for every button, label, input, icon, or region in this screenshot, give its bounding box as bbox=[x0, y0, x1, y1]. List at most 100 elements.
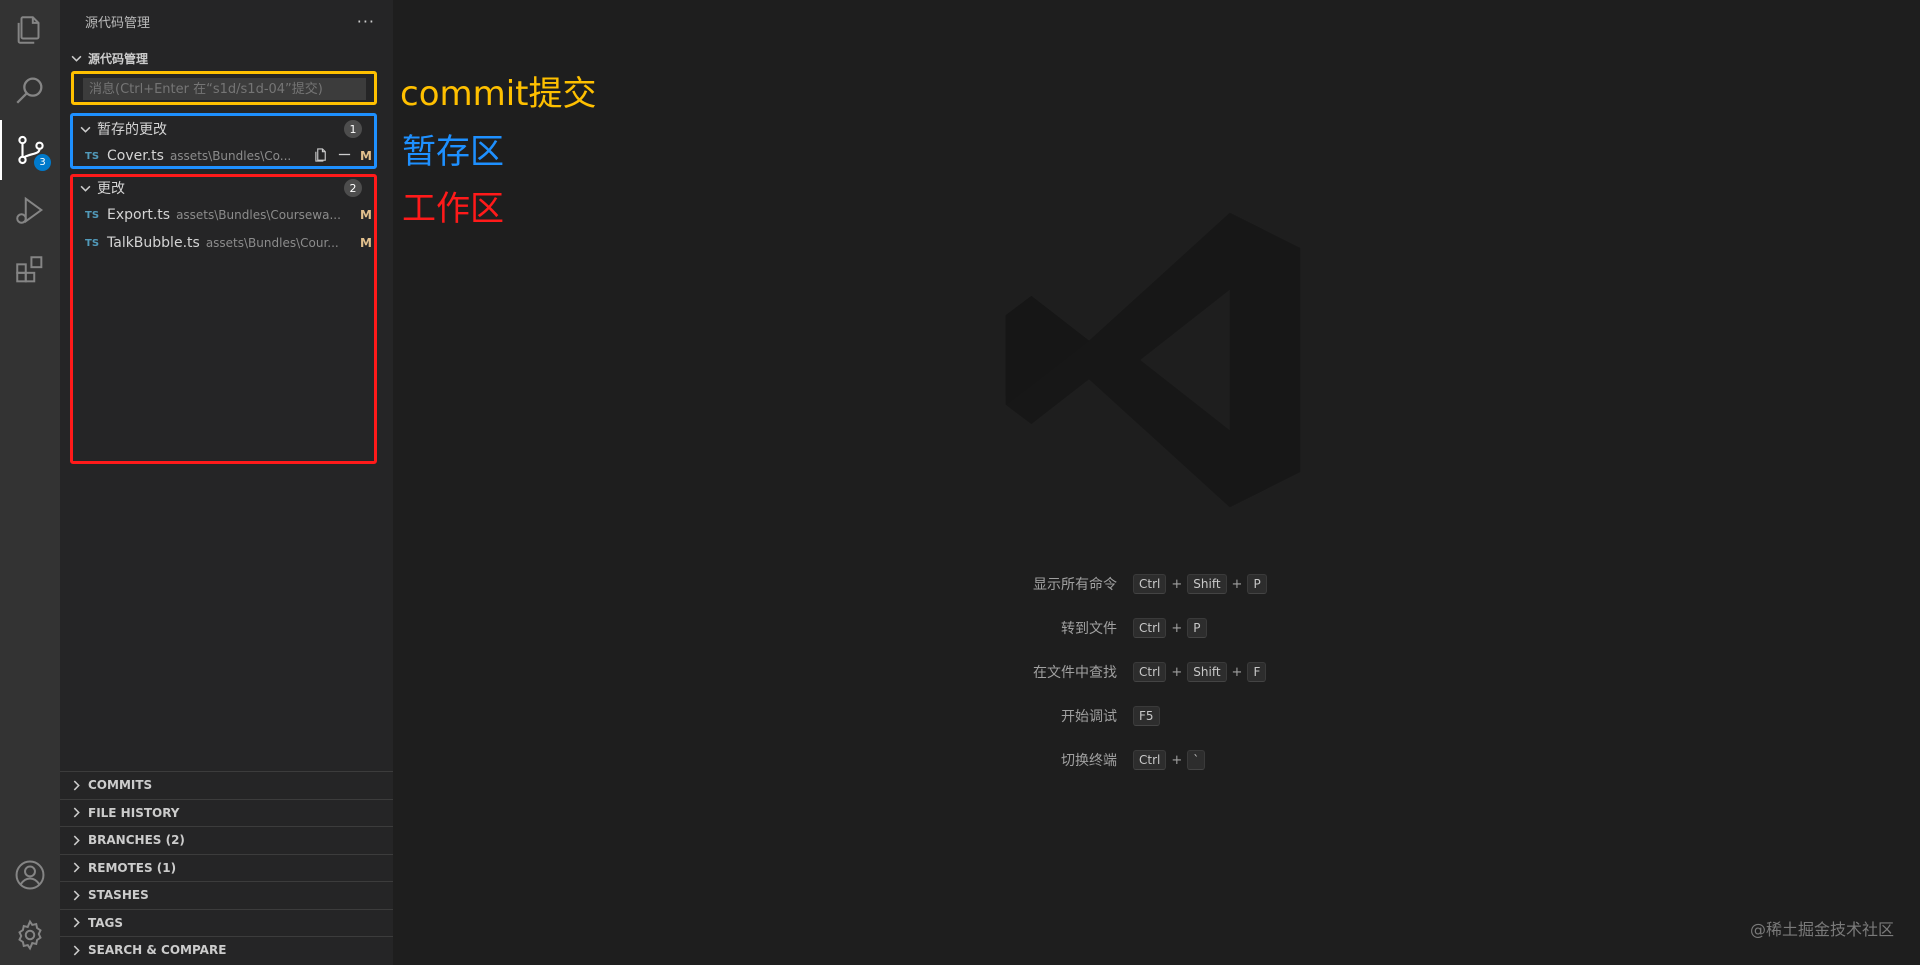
sidebar-title: 源代码管理 bbox=[85, 15, 151, 31]
shortcut-row: 在文件中查找 Ctrl + Shift + F bbox=[993, 660, 1267, 684]
key-plus: + bbox=[1171, 576, 1183, 592]
file-status-modified: M bbox=[360, 236, 372, 250]
shortcut-label: 显示所有命令 bbox=[1033, 577, 1117, 593]
changes-count-badge: 2 bbox=[344, 179, 362, 197]
key-cap: Ctrl bbox=[1133, 662, 1167, 682]
staged-changes-label: 暂存的更改 bbox=[97, 122, 167, 138]
more-actions-icon[interactable]: ··· bbox=[357, 12, 375, 31]
key-cap: Ctrl bbox=[1133, 574, 1167, 594]
staged-file-row[interactable]: TS Cover.ts assets\Bundles\Co... M bbox=[85, 145, 372, 167]
panel-branches[interactable]: BRANCHES (2) bbox=[60, 826, 393, 854]
chevron-right-icon bbox=[68, 887, 84, 903]
shortcut-label: 切换终端 bbox=[1061, 753, 1117, 769]
shortcut-row: 切换终端 Ctrl + ` bbox=[993, 748, 1206, 772]
staging-annotation: 暂存区 bbox=[402, 132, 504, 172]
search-icon[interactable] bbox=[0, 60, 60, 120]
shortcut-label: 开始调试 bbox=[1061, 709, 1117, 725]
changes-label: 更改 bbox=[97, 181, 125, 197]
account-icon[interactable] bbox=[0, 845, 60, 905]
panel-tags[interactable]: TAGS bbox=[60, 908, 393, 937]
panel-label: BRANCHES (2) bbox=[88, 833, 185, 848]
panel-label: SEARCH & COMPARE bbox=[88, 943, 227, 958]
working-annotation: 工作区 bbox=[402, 189, 504, 229]
staged-highlight-box: 暂存的更改 1 TS Cover.ts assets\Bundles\Co...… bbox=[70, 113, 377, 169]
open-file-icon[interactable] bbox=[314, 147, 329, 166]
chevron-down-icon bbox=[68, 50, 84, 66]
credit-watermark: @稀土掘金技术社区 bbox=[1749, 920, 1894, 939]
panel-label: TAGS bbox=[88, 915, 124, 930]
panel-label: REMOTES (1) bbox=[88, 860, 177, 875]
panel-commits[interactable]: COMMITS bbox=[60, 771, 393, 799]
chevron-right-icon bbox=[68, 860, 84, 876]
unstage-icon[interactable] bbox=[337, 147, 352, 166]
files-icon[interactable] bbox=[0, 0, 60, 60]
chevron-right-icon bbox=[68, 777, 84, 793]
shortcut-row: 转到文件 Ctrl + P bbox=[993, 616, 1207, 640]
changed-file-row[interactable]: TS Export.ts assets\Bundles\Coursewa... … bbox=[85, 204, 372, 226]
key-plus: + bbox=[1171, 752, 1183, 768]
shortcut-row: 开始调试 F5 bbox=[993, 704, 1160, 728]
editor-area: 显示所有命令 Ctrl + Shift + P 转到文件 Ctrl + P 在文… bbox=[393, 0, 1920, 965]
vscode-logo-watermark-icon bbox=[1005, 212, 1301, 508]
commit-message-input[interactable] bbox=[83, 78, 366, 100]
shortcut-label: 在文件中查找 bbox=[1033, 665, 1117, 681]
file-path: assets\Bundles\Co... bbox=[169, 149, 292, 163]
panel-label: COMMITS bbox=[88, 778, 153, 793]
key-cap: Shift bbox=[1187, 574, 1227, 594]
changed-file-row[interactable]: TS TalkBubble.ts assets\Bundles\Cour... … bbox=[85, 232, 372, 254]
key-cap: Ctrl bbox=[1133, 750, 1167, 770]
staged-count-badge: 1 bbox=[344, 120, 362, 138]
shortcut-row: 显示所有命令 Ctrl + Shift + P bbox=[993, 572, 1267, 596]
key-cap: Shift bbox=[1187, 662, 1227, 682]
shortcut-label: 转到文件 bbox=[1061, 621, 1117, 637]
commit-highlight-box bbox=[71, 71, 377, 105]
extensions-icon[interactable] bbox=[0, 240, 60, 300]
file-name: Export.ts bbox=[107, 207, 171, 223]
typescript-file-icon: TS bbox=[85, 150, 100, 162]
chevron-down-icon bbox=[77, 121, 93, 137]
chevron-right-icon bbox=[68, 832, 84, 848]
key-plus: + bbox=[1231, 576, 1243, 592]
panel-label: FILE HISTORY bbox=[88, 805, 180, 820]
repository-section-title: 源代码管理 bbox=[88, 51, 149, 66]
run-debug-icon[interactable] bbox=[0, 180, 60, 240]
row-actions bbox=[314, 147, 352, 166]
key-plus: + bbox=[1231, 664, 1243, 680]
gitlens-panels: COMMITS FILE HISTORY BRANCHES (2) REMOTE… bbox=[60, 771, 393, 964]
key-plus: + bbox=[1171, 620, 1183, 636]
key-cap: Ctrl bbox=[1133, 618, 1167, 638]
key-cap: P bbox=[1247, 574, 1267, 594]
file-status-modified: M bbox=[360, 149, 372, 163]
panel-stashes[interactable]: STASHES bbox=[60, 881, 393, 909]
sidebar-header: 源代码管理 ··· bbox=[60, 0, 393, 42]
key-plus: + bbox=[1171, 664, 1183, 680]
panel-remotes[interactable]: REMOTES (1) bbox=[60, 853, 393, 882]
source-control-icon[interactable]: 3 bbox=[0, 120, 60, 180]
source-control-badge: 3 bbox=[34, 154, 51, 171]
chevron-right-icon bbox=[68, 942, 84, 958]
changes-highlight-box: 更改 2 TS Export.ts assets\Bundles\Coursew… bbox=[70, 174, 377, 464]
typescript-file-icon: TS bbox=[85, 237, 100, 249]
chevron-right-icon bbox=[68, 915, 84, 931]
changes-group[interactable]: 更改 2 bbox=[77, 177, 372, 199]
chevron-down-icon bbox=[77, 180, 93, 196]
chevron-right-icon bbox=[68, 805, 84, 821]
activity-bar: 3 bbox=[0, 0, 60, 965]
panel-label: STASHES bbox=[88, 888, 149, 903]
file-name: TalkBubble.ts bbox=[107, 235, 200, 251]
file-status-modified: M bbox=[360, 208, 372, 222]
file-path: assets\Bundles\Coursewa... bbox=[176, 208, 341, 222]
key-cap: F5 bbox=[1133, 706, 1160, 726]
panel-search-compare[interactable]: SEARCH & COMPARE bbox=[60, 936, 393, 964]
commit-annotation: commit提交 bbox=[400, 74, 597, 114]
file-name: Cover.ts bbox=[107, 148, 164, 164]
repository-section-header[interactable]: 源代码管理 bbox=[60, 46, 393, 70]
settings-gear-icon[interactable] bbox=[0, 905, 60, 965]
key-cap: ` bbox=[1187, 750, 1206, 770]
key-cap: F bbox=[1247, 662, 1267, 682]
typescript-file-icon: TS bbox=[85, 209, 100, 221]
staged-changes-group[interactable]: 暂存的更改 1 bbox=[77, 118, 372, 140]
source-control-sidebar: 源代码管理 ··· 源代码管理 暂存的更改 1 TS Cover.ts asse… bbox=[60, 0, 393, 965]
panel-file-history[interactable]: FILE HISTORY bbox=[60, 798, 393, 827]
file-path: assets\Bundles\Cour... bbox=[205, 236, 339, 250]
